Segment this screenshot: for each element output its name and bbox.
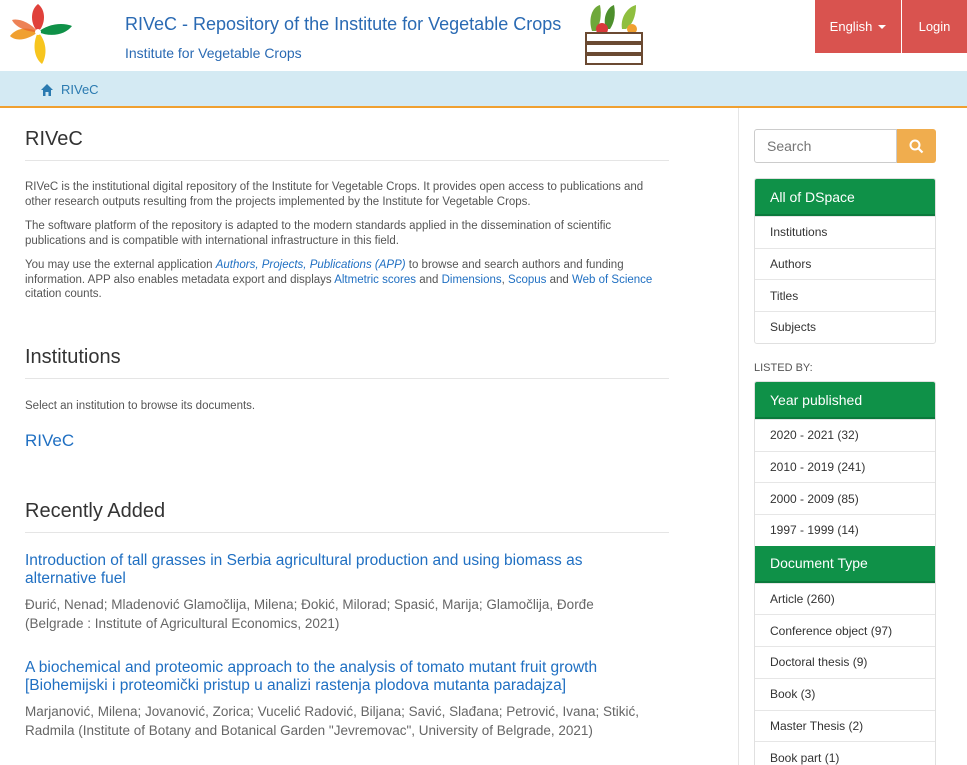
home-icon bbox=[41, 83, 53, 96]
language-dropdown[interactable]: English bbox=[815, 0, 901, 53]
item-title-link[interactable]: Introduction of tall grasses in Serbia a… bbox=[25, 552, 625, 588]
panel-heading-year: Year published bbox=[755, 382, 935, 419]
sidebar-item-book-part[interactable]: Book part (1) bbox=[755, 741, 935, 765]
sidebar-item-year-2000[interactable]: 2000 - 2009 (85) bbox=[755, 482, 935, 514]
page-title: RIVeC bbox=[25, 128, 669, 161]
institute-logo[interactable] bbox=[8, 2, 78, 68]
item-title-link[interactable]: A biochemical and proteomic approach to … bbox=[25, 659, 625, 695]
sidebar-item-book[interactable]: Book (3) bbox=[755, 677, 935, 710]
search-button[interactable] bbox=[897, 129, 936, 163]
site-subtitle[interactable]: Institute for Vegetable Crops bbox=[125, 45, 302, 61]
sidebar-item-master-thesis[interactable]: Master Thesis (2) bbox=[755, 709, 935, 742]
caret-down-icon bbox=[878, 24, 887, 29]
vegetable-crate-icon bbox=[585, 5, 643, 65]
breadcrumb: RIVeC bbox=[0, 71, 967, 108]
app-link[interactable]: Authors, Projects, Publications (APP) bbox=[216, 259, 406, 271]
login-button[interactable]: Login bbox=[902, 0, 967, 53]
intro-paragraph-3: You may use the external application Aut… bbox=[25, 259, 653, 300]
sidebar-item-year-2020[interactable]: 2020 - 2021 (32) bbox=[755, 419, 935, 451]
web-of-science-link[interactable]: Web of Science bbox=[572, 274, 652, 286]
all-of-dspace-panel: All of DSpace Institutions Authors Title… bbox=[754, 178, 936, 344]
scopus-link[interactable]: Scopus bbox=[508, 274, 546, 286]
institution-link-rivec[interactable]: RIVeC bbox=[25, 431, 669, 451]
breadcrumb-home-label: RIVeC bbox=[61, 82, 99, 97]
intro-paragraph-2: The software platform of the repository … bbox=[25, 220, 612, 247]
recently-added-heading: Recently Added bbox=[25, 500, 669, 533]
sidebar-item-titles[interactable]: Titles bbox=[755, 279, 935, 311]
main-content: RIVeC RIVeC is the institutional digital… bbox=[25, 108, 669, 740]
list-item: Introduction of tall grasses in Serbia a… bbox=[25, 552, 669, 633]
sidebar-item-article[interactable]: Article (260) bbox=[755, 582, 935, 615]
sidebar-item-year-1997[interactable]: 1997 - 1999 (14) bbox=[755, 514, 935, 546]
search-box bbox=[754, 129, 936, 163]
sidebar-item-conference-object[interactable]: Conference object (97) bbox=[755, 614, 935, 646]
search-input[interactable] bbox=[754, 129, 897, 163]
search-icon bbox=[909, 139, 924, 153]
site-header: RIVeC - Repository of the Institute for … bbox=[0, 0, 967, 71]
listed-by-panel: Year published 2020 - 2021 (32) 2010 - 2… bbox=[754, 381, 936, 765]
institutions-heading: Institutions bbox=[25, 346, 669, 379]
listed-by-label: LISTED BY: bbox=[754, 362, 813, 374]
sidebar-item-authors[interactable]: Authors bbox=[755, 247, 935, 280]
list-item: A biochemical and proteomic approach to … bbox=[25, 659, 669, 740]
sidebar-divider bbox=[738, 108, 739, 765]
item-authors: Marjanović, Milena; Jovanović, Zorica; V… bbox=[25, 704, 640, 738]
sidebar-item-subjects[interactable]: Subjects bbox=[755, 311, 935, 343]
site-title[interactable]: RIVeC - Repository of the Institute for … bbox=[125, 14, 561, 35]
sidebar-item-doctoral-thesis[interactable]: Doctoral thesis (9) bbox=[755, 646, 935, 678]
panel-heading-doctype: Document Type bbox=[755, 545, 935, 583]
altmetric-link[interactable]: Altmetric scores bbox=[334, 274, 416, 286]
institutions-text: Select an institution to browse its docu… bbox=[25, 399, 256, 412]
intro-paragraph-1: RIVeC is the institutional digital repos… bbox=[25, 181, 644, 208]
breadcrumb-home[interactable]: RIVeC bbox=[40, 82, 99, 97]
item-authors: Đurić, Nenad; Mladenović Glamočlija, Mil… bbox=[25, 597, 594, 612]
sidebar-item-year-2010[interactable]: 2010 - 2019 (241) bbox=[755, 450, 935, 483]
language-label: English bbox=[829, 19, 873, 34]
panel-heading-dspace: All of DSpace bbox=[755, 179, 935, 216]
dimensions-link[interactable]: Dimensions bbox=[442, 274, 502, 286]
sidebar-item-institutions[interactable]: Institutions bbox=[755, 216, 935, 248]
item-source: (Belgrade : Institute of Agricultural Ec… bbox=[25, 616, 340, 631]
